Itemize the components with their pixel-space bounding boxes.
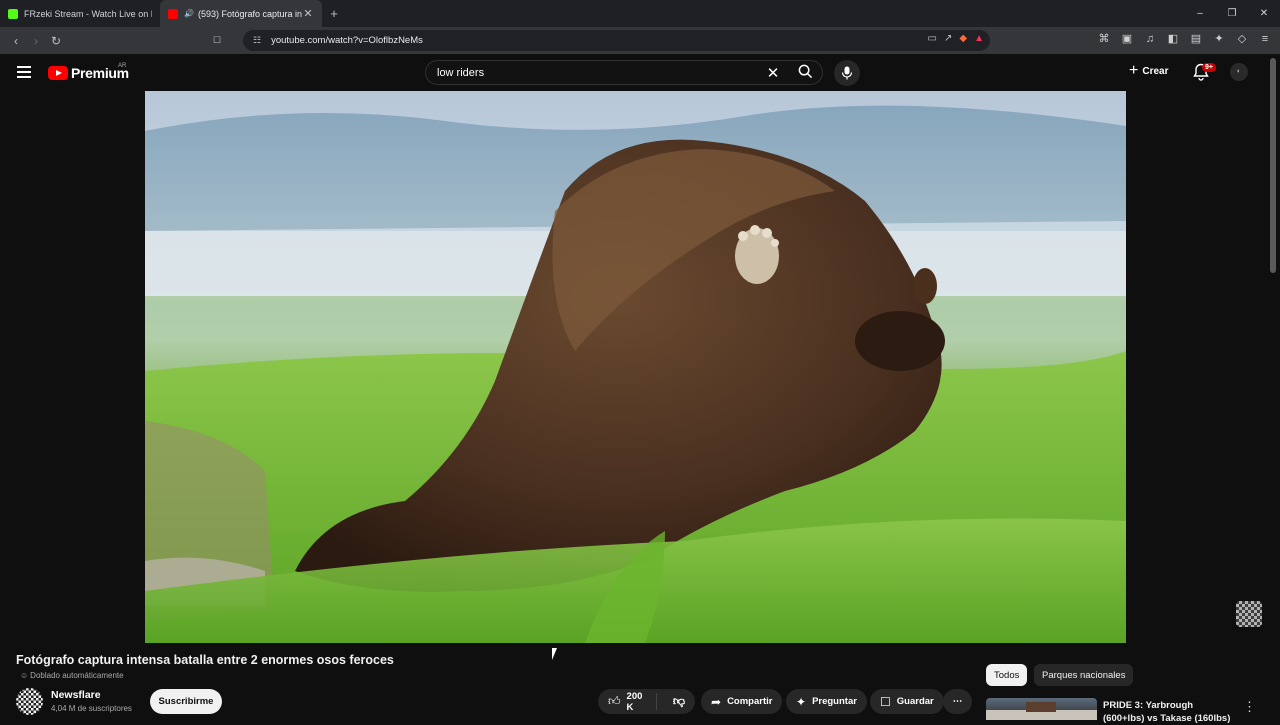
youtube-header: Premium AR low riders ✕ + Crear ◐ bbox=[0, 54, 1280, 91]
video-title: Fotógrafo captura intensa batalla entre … bbox=[16, 653, 394, 667]
plus-icon: + bbox=[1129, 62, 1139, 79]
browser-tab-kick[interactable]: FRzeki Stream - Watch Live on Kick bbox=[0, 0, 160, 27]
window-controls: – ❐ ✕ bbox=[1184, 0, 1280, 27]
maximize-button[interactable]: ❐ bbox=[1216, 0, 1248, 27]
bookmark-icon[interactable]: ☐ bbox=[213, 35, 221, 46]
like-dislike-group: 👍︎ 200 K 👎︎ bbox=[598, 689, 695, 714]
browser-toolbar: ‹ › ↻ ☐ ☷ youtube.com/watch?v=OloflbzNeM… bbox=[0, 27, 1280, 54]
extensions-icon[interactable]: ⌘ bbox=[1097, 32, 1111, 46]
hamburger-menu-icon[interactable] bbox=[17, 66, 31, 78]
back-icon[interactable]: ‹ bbox=[6, 34, 26, 48]
close-window-button[interactable]: ✕ bbox=[1248, 0, 1280, 27]
youtube-play-icon bbox=[48, 66, 68, 80]
more-actions-button[interactable]: ⋯ bbox=[943, 689, 972, 714]
browser-tab-youtube[interactable]: 🔊 (593) Fotógrafo captura inten ✕ bbox=[160, 0, 322, 27]
forward-icon[interactable]: › bbox=[26, 34, 46, 48]
music-icon[interactable]: ♫ bbox=[1143, 32, 1157, 46]
browser-tab-strip: FRzeki Stream - Watch Live on Kick 🔊 (59… bbox=[0, 0, 1280, 27]
save-label: Guardar bbox=[896, 696, 934, 707]
address-bar[interactable]: ☐ ☷ youtube.com/watch?v=OloflbzNeMs ▭ ↗ … bbox=[213, 30, 990, 51]
extensions-area: ⌘ ▣ ♫ ◧ ▤ ✦ ◇ ≡ bbox=[1097, 32, 1272, 46]
channel-name[interactable]: Newsflare bbox=[51, 689, 101, 701]
wallet-icon[interactable]: ▤ bbox=[1189, 32, 1203, 46]
youtube-favicon-icon bbox=[168, 8, 178, 19]
thumbs-up-icon: 👍︎ bbox=[608, 694, 621, 708]
reload-icon[interactable]: ↻ bbox=[46, 34, 66, 48]
bookmark-save-icon: ☐ bbox=[880, 694, 891, 709]
search-box[interactable]: low riders ✕ bbox=[425, 60, 823, 85]
save-button[interactable]: ☐ Guardar bbox=[870, 689, 944, 714]
subscribe-button[interactable]: Suscribirme bbox=[150, 689, 222, 714]
auto-dub-note: ☺ Doblado automáticamente bbox=[20, 671, 124, 680]
screenshot-icon[interactable]: ▣ bbox=[1120, 32, 1134, 46]
share-button[interactable]: ➦ Compartir bbox=[701, 689, 783, 714]
user-avatar[interactable]: ◐ bbox=[1230, 63, 1248, 81]
page-scrollbar[interactable] bbox=[1270, 58, 1276, 273]
extension-overlay-icon[interactable] bbox=[1236, 601, 1262, 627]
menu-icon[interactable]: ≡ bbox=[1258, 32, 1272, 46]
share-icon[interactable]: ↗ bbox=[944, 33, 952, 44]
vpn-icon[interactable]: ◇ bbox=[1235, 32, 1249, 46]
video-frame-bear bbox=[145, 91, 1126, 643]
tab-title: FRzeki Stream - Watch Live on Kick bbox=[24, 8, 152, 19]
video-player[interactable] bbox=[145, 91, 1126, 643]
dub-label: Doblado automáticamente bbox=[30, 671, 124, 680]
recommended-video-title[interactable]: PRIDE 3: Yarbrough (600+lbs) vs Takase (… bbox=[1103, 699, 1233, 725]
youtube-premium-logo[interactable]: Premium AR bbox=[48, 63, 129, 81]
leo-ai-icon[interactable]: ✦ bbox=[1212, 32, 1226, 46]
country-code: AR bbox=[118, 63, 127, 69]
like-count: 200 K bbox=[626, 690, 643, 713]
new-tab-button[interactable]: + bbox=[322, 6, 346, 21]
minimize-button[interactable]: – bbox=[1184, 0, 1216, 27]
create-label: Crear bbox=[1142, 65, 1169, 77]
create-button[interactable]: + Crear bbox=[1129, 62, 1169, 79]
voice-search-icon[interactable] bbox=[834, 60, 860, 86]
speaker-icon[interactable]: 🔊 bbox=[184, 9, 194, 18]
sidebar-icon[interactable]: ◧ bbox=[1166, 32, 1180, 46]
clear-search-icon[interactable]: ✕ bbox=[758, 64, 788, 82]
channel-avatar[interactable] bbox=[16, 688, 43, 715]
recommended-video-thumbnail[interactable] bbox=[986, 698, 1097, 720]
brave-rewards-icon[interactable]: ▲ bbox=[974, 33, 984, 44]
site-info-icon[interactable]: ☷ bbox=[253, 35, 261, 46]
close-tab-icon[interactable]: ✕ bbox=[302, 7, 314, 20]
url-text[interactable]: youtube.com/watch?v=OloflbzNeMs bbox=[271, 35, 423, 46]
thumbs-down-icon: 👎︎ bbox=[672, 694, 685, 708]
more-icon: ⋯ bbox=[952, 696, 963, 707]
mouse-cursor-icon bbox=[552, 648, 557, 660]
notification-count-badge: 9+ bbox=[1202, 63, 1216, 72]
recommended-more-icon[interactable]: ⋮ bbox=[1243, 699, 1256, 715]
sparkle-icon: ✦ bbox=[796, 694, 807, 709]
subscriber-count: 4,04 M de suscriptores bbox=[51, 704, 132, 713]
dub-person-icon: ☺ bbox=[20, 671, 29, 680]
dislike-button[interactable]: 👎︎ bbox=[663, 694, 695, 709]
ask-button[interactable]: ✦ Preguntar bbox=[786, 689, 867, 714]
kick-favicon-icon bbox=[8, 8, 18, 19]
chip-todos[interactable]: Todos bbox=[986, 664, 1028, 686]
share-arrow-icon: ➦ bbox=[711, 694, 722, 709]
brave-shield-icon[interactable]: ◆ bbox=[959, 33, 967, 44]
search-input[interactable]: low riders bbox=[437, 67, 758, 79]
search-icon[interactable] bbox=[788, 64, 822, 82]
share-label: Compartir bbox=[727, 696, 773, 707]
ask-label: Preguntar bbox=[812, 696, 857, 707]
chip-parques-nacionales[interactable]: Parques nacionales bbox=[1034, 664, 1134, 686]
omnibox-actions: ▭ ↗ ◆ ▲ bbox=[928, 33, 984, 44]
like-button[interactable]: 👍︎ 200 K bbox=[598, 690, 657, 713]
cast-icon[interactable]: ▭ bbox=[928, 33, 937, 44]
tab-title: (593) Fotógrafo captura inten bbox=[197, 8, 302, 19]
